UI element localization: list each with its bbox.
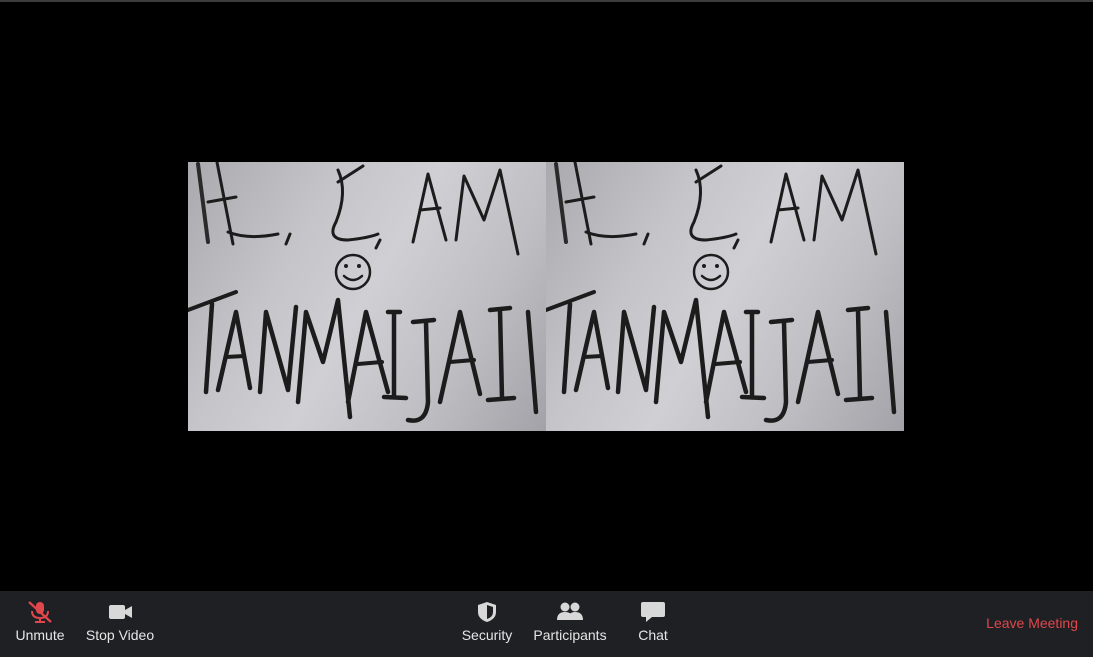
meeting-toolbar: Unmute Stop Video Security Participants … <box>0 591 1093 657</box>
participants-button[interactable]: Participants <box>528 591 612 657</box>
microphone-muted-icon <box>25 601 55 623</box>
shield-icon <box>472 601 502 623</box>
chat-button[interactable]: Chat <box>628 591 678 657</box>
video-tile-right <box>546 162 904 431</box>
unmute-label: Unmute <box>15 627 65 643</box>
chat-label: Chat <box>638 627 668 643</box>
video-tile-left <box>188 162 546 431</box>
participants-label: Participants <box>533 627 607 643</box>
video-camera-icon <box>105 601 135 623</box>
security-button[interactable]: Security <box>457 591 517 657</box>
leave-meeting-button[interactable]: Leave Meeting <box>986 615 1078 631</box>
stop-video-label: Stop Video <box>85 627 155 643</box>
stop-video-button[interactable]: Stop Video <box>82 591 158 657</box>
meeting-window: Unmute Stop Video Security Participants … <box>0 0 1093 657</box>
handwritten-sign-image <box>188 162 539 423</box>
participants-icon <box>555 601 585 623</box>
chat-bubble-icon <box>638 601 668 623</box>
handwritten-sign-image <box>546 162 897 423</box>
security-label: Security <box>461 627 513 643</box>
video-feed <box>188 162 904 431</box>
unmute-button[interactable]: Unmute <box>10 591 70 657</box>
video-stage <box>0 2 1093 591</box>
